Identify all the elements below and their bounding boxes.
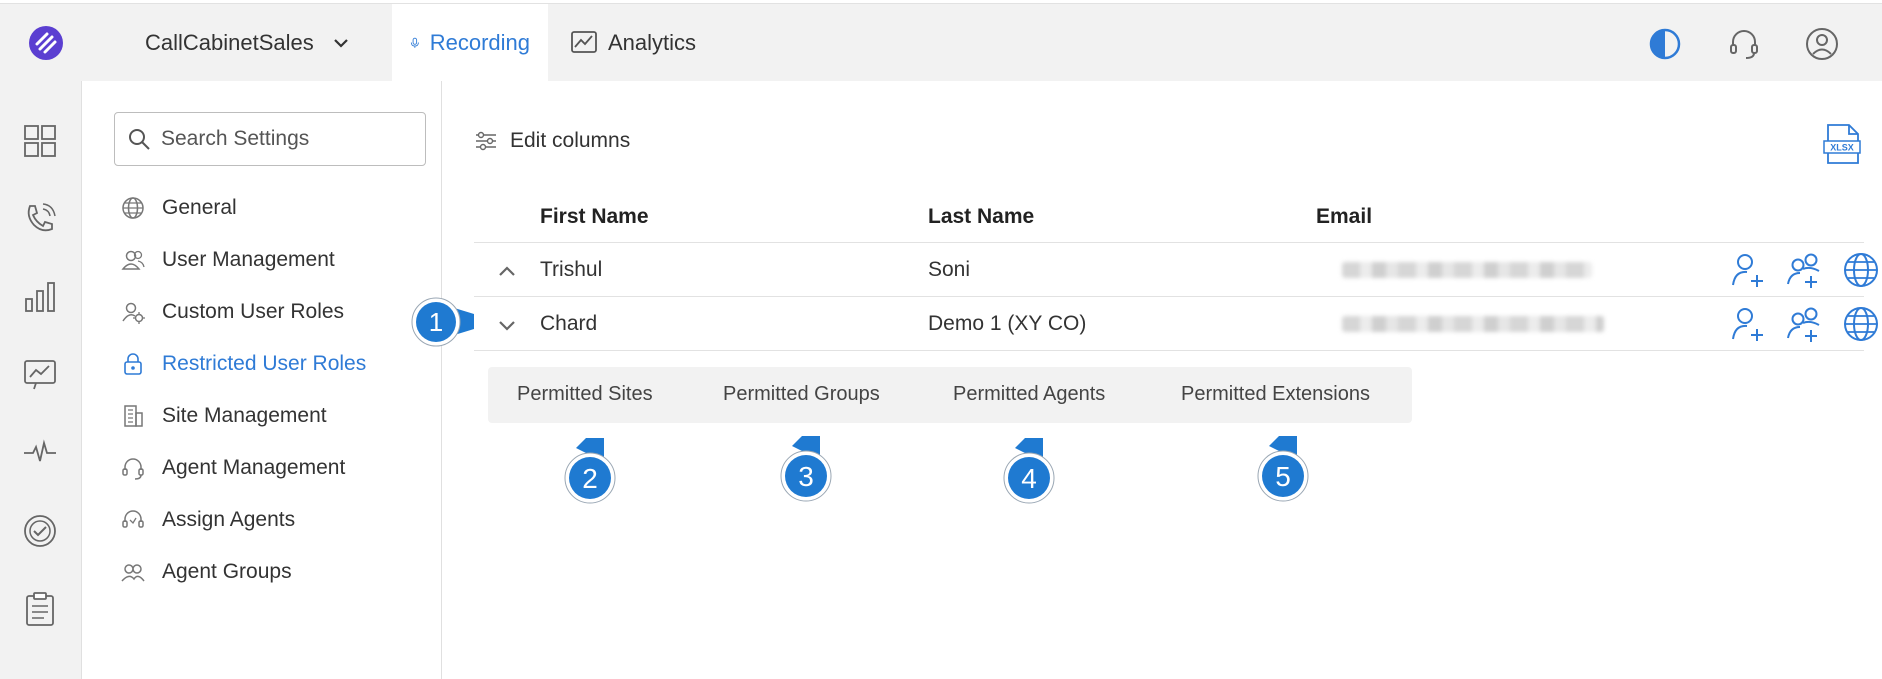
- cell-first-name: Chard: [540, 312, 598, 335]
- tenant-name: CallCabinetSales: [145, 30, 314, 55]
- settings-item-label: Custom User Roles: [162, 300, 345, 323]
- tab-recording[interactable]: Recording: [392, 4, 548, 82]
- row-actions: [1730, 251, 1880, 289]
- agent-group-icon: [121, 564, 145, 582]
- cell-first-name: Trishul: [540, 258, 603, 281]
- callout-marker-1: 1: [411, 297, 474, 347]
- settings-item-site-management[interactable]: Site Management: [120, 396, 327, 436]
- settings-item-assign-agents[interactable]: Assign Agents: [120, 500, 295, 540]
- column-header-last-name[interactable]: Last Name: [928, 205, 1034, 229]
- main-content: Edit columns XLSX First Name Last Name E…: [442, 81, 1882, 679]
- lock-icon: [124, 353, 142, 375]
- callout-number: 4: [1021, 463, 1037, 494]
- settings-item-label: Agent Groups: [162, 560, 292, 583]
- callout-marker-2: 2: [564, 438, 616, 504]
- settings-item-label: Agent Management: [162, 456, 346, 479]
- user-profile-icon[interactable]: [1804, 26, 1840, 62]
- globe-icon: [122, 197, 144, 219]
- column-header-email[interactable]: Email: [1316, 205, 1372, 229]
- table-header: First Name Last Name Email: [474, 191, 1864, 243]
- settings-item-label: Restricted User Roles: [162, 352, 367, 375]
- tab-permitted-sites[interactable]: Permitted Sites: [517, 383, 653, 406]
- search-input[interactable]: [161, 127, 401, 151]
- tab-label: Analytics: [608, 30, 697, 55]
- settings-item-restricted-user-roles[interactable]: Restricted User Roles: [120, 344, 366, 384]
- settings-panel: General User Management Custom User Role…: [82, 81, 442, 679]
- xlsx-export-icon[interactable]: XLSX: [1822, 123, 1862, 165]
- trend-chart-icon[interactable]: [22, 357, 58, 393]
- clipboard-checklist-icon[interactable]: [22, 591, 58, 627]
- callout-number: 3: [798, 461, 814, 492]
- edit-columns-label: Edit columns: [510, 129, 631, 152]
- bar-chart-icon[interactable]: [22, 279, 58, 315]
- phone-icon[interactable]: [22, 201, 58, 237]
- callout-marker-5: 5: [1257, 436, 1309, 502]
- user-gear-icon: [122, 302, 145, 324]
- chevron-up-icon[interactable]: [496, 260, 518, 282]
- edit-columns-button[interactable]: Edit columns: [474, 129, 630, 153]
- callout-marker-4: 4: [1003, 438, 1055, 504]
- tab-analytics[interactable]: Analytics: [552, 4, 714, 82]
- callout-number: 2: [582, 463, 598, 494]
- globe-access-icon[interactable]: [1842, 251, 1880, 289]
- top-bar: CallCabinetSales Recording Analytics: [0, 3, 1882, 82]
- search-settings[interactable]: [114, 112, 426, 166]
- tab-permitted-groups[interactable]: Permitted Groups: [723, 383, 880, 406]
- settings-item-agent-groups[interactable]: Agent Groups: [120, 552, 292, 592]
- settings-item-label: Assign Agents: [162, 508, 296, 531]
- theme-toggle-icon[interactable]: [1647, 26, 1683, 62]
- pulse-icon[interactable]: [22, 435, 58, 471]
- callout-number: 1: [429, 307, 443, 337]
- settings-item-agent-management[interactable]: Agent Management: [120, 448, 345, 488]
- check-circle-icon[interactable]: [22, 513, 58, 549]
- tab-permitted-extensions[interactable]: Permitted Extensions: [1181, 383, 1370, 406]
- analytics-icon: [571, 31, 597, 53]
- chevron-down-icon[interactable]: [496, 314, 518, 336]
- tenant-selector[interactable]: CallCabinetSales: [145, 30, 350, 56]
- table-row[interactable]: Trishul Soni: [474, 243, 1878, 297]
- cell-last-name: Soni: [928, 258, 971, 281]
- building-icon: [124, 405, 143, 427]
- sliders-icon: [476, 131, 496, 151]
- cell-email-redacted: [1342, 262, 1592, 278]
- callout-number: 5: [1275, 461, 1291, 492]
- add-group-icon[interactable]: [1786, 251, 1824, 289]
- headset-icon: [122, 458, 144, 480]
- settings-item-general[interactable]: General: [120, 188, 237, 228]
- row-actions: [1730, 305, 1880, 343]
- users-icon: [121, 250, 145, 270]
- chevron-down-icon: [333, 39, 348, 48]
- table-row[interactable]: Chard Demo 1 (XY CO): [474, 297, 1878, 351]
- column-header-first-name[interactable]: First Name: [540, 205, 649, 229]
- add-user-icon[interactable]: [1730, 251, 1768, 289]
- add-user-icon[interactable]: [1730, 305, 1768, 343]
- cell-last-name: Demo 1 (XY CO): [928, 312, 1087, 335]
- app-logo-icon[interactable]: [27, 24, 65, 62]
- add-group-icon[interactable]: [1786, 305, 1824, 343]
- permission-tabs: Permitted Sites Permitted Groups Permitt…: [488, 367, 1412, 423]
- microphone-icon: [410, 37, 419, 48]
- settings-item-label: General: [162, 196, 237, 219]
- settings-item-label: Site Management: [162, 404, 327, 427]
- search-icon: [129, 129, 150, 150]
- support-headset-icon[interactable]: [1726, 26, 1762, 62]
- headset-assign-icon: [122, 510, 144, 528]
- settings-item-user-management[interactable]: User Management: [120, 240, 335, 280]
- icon-rail: [0, 81, 82, 679]
- tab-permitted-agents[interactable]: Permitted Agents: [953, 383, 1105, 406]
- callout-marker-3: 3: [780, 436, 832, 502]
- cell-email-redacted: [1342, 316, 1604, 332]
- globe-access-icon[interactable]: [1842, 305, 1880, 343]
- settings-item-custom-user-roles[interactable]: Custom User Roles: [120, 292, 344, 332]
- xlsx-label: XLSX: [1830, 143, 1854, 153]
- settings-item-label: User Management: [162, 248, 335, 271]
- dashboard-grid-icon[interactable]: [22, 123, 58, 159]
- tab-label: Recording: [429, 30, 530, 55]
